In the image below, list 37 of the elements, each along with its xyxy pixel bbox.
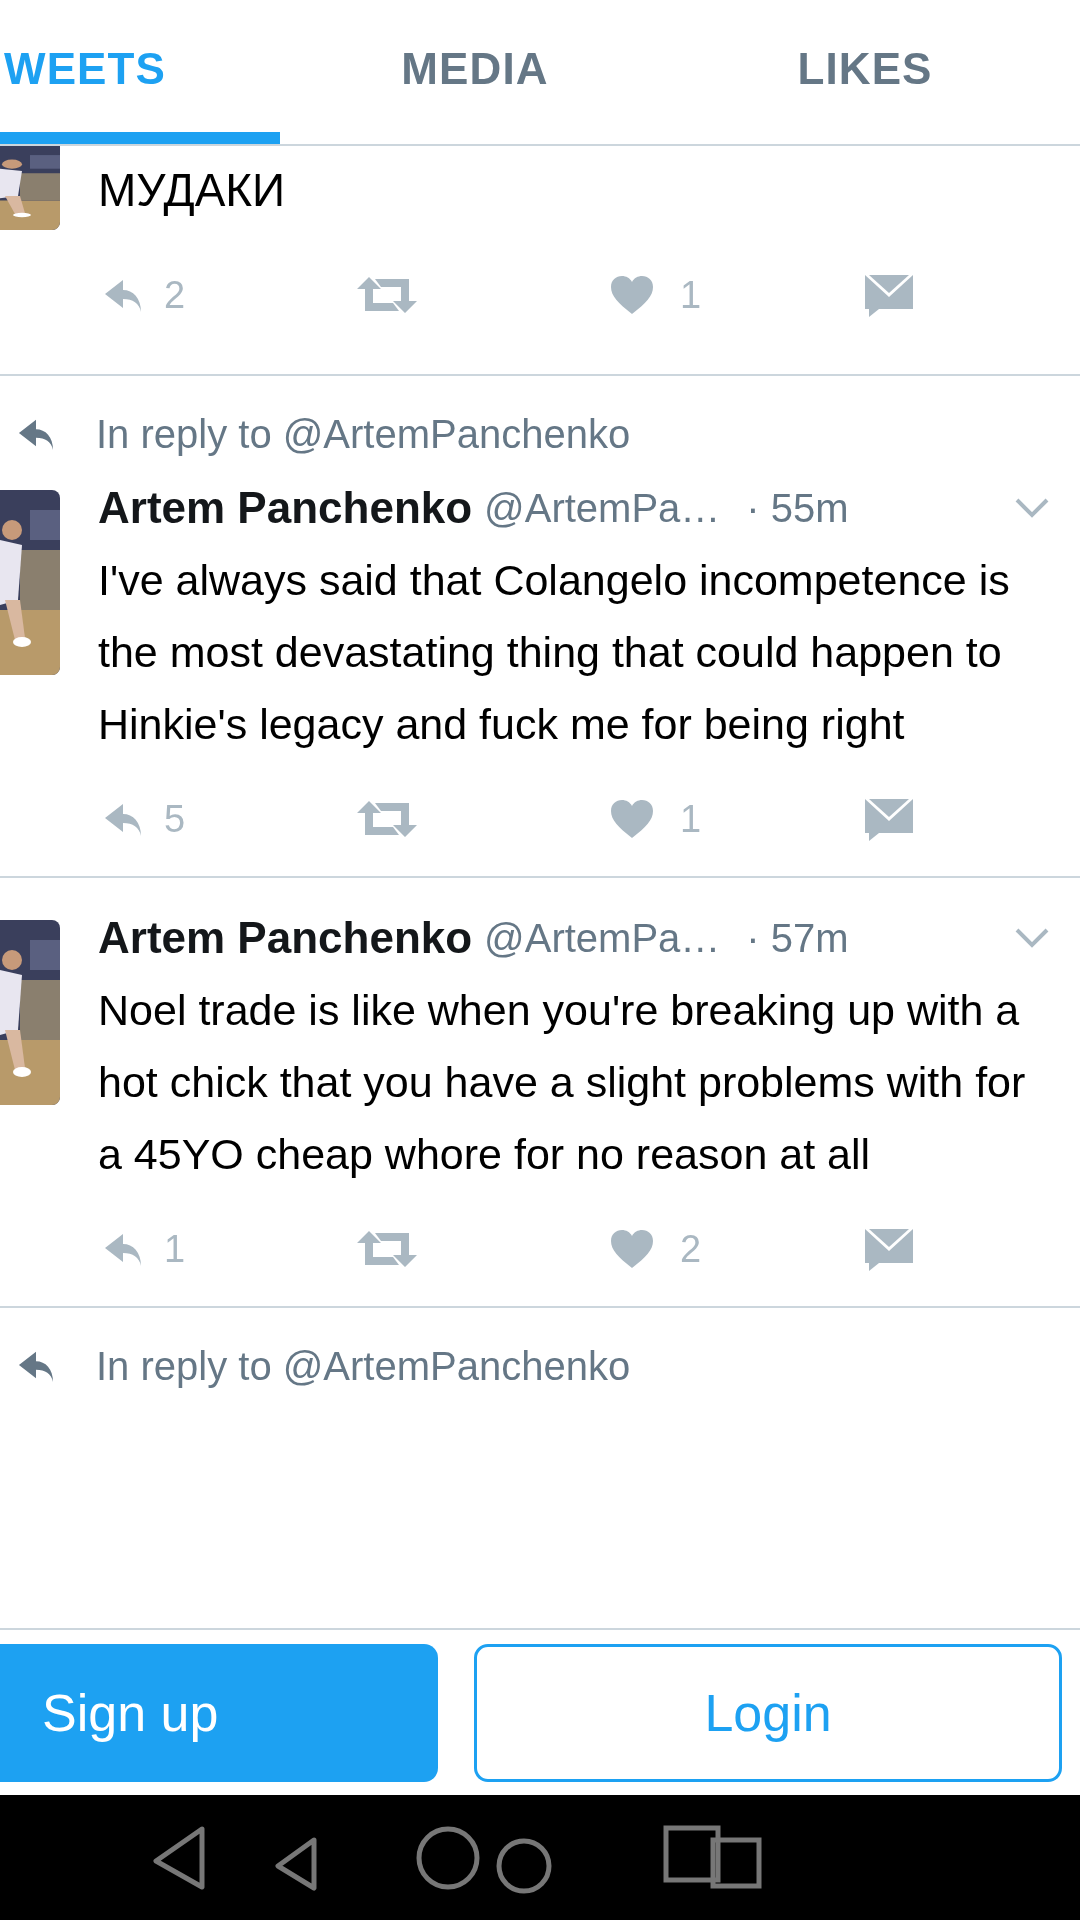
home-icon[interactable] <box>495 1836 553 1895</box>
like-count: 1 <box>680 796 702 842</box>
home-icon[interactable] <box>415 1824 481 1891</box>
reply-count: 5 <box>164 796 186 842</box>
envelope-icon[interactable] <box>865 273 913 317</box>
sign-up-button[interactable]: Sign up <box>0 1643 438 1782</box>
reply-count: 1 <box>164 1226 186 1272</box>
author-name[interactable]: Artem Panchenko <box>98 905 473 971</box>
heart-icon[interactable] <box>610 1229 654 1269</box>
tab[interactable]: LIKES <box>797 36 933 102</box>
tweet-text: Noel trade is like when you're breaking up with a hot chick that you have a slight problems with for a 45YO cheap whore for no reason at all <box>98 985 1027 1180</box>
reply-count: 2 <box>164 272 186 318</box>
tweet-text: МУДАКИ <box>98 163 286 218</box>
chevron-down-icon[interactable] <box>1014 927 1050 949</box>
heart-icon[interactable] <box>610 799 654 839</box>
tab[interactable]: WEETS <box>4 36 166 102</box>
retweet-icon[interactable] <box>355 799 419 839</box>
recent-apps-icon[interactable] <box>663 1824 763 1891</box>
tweet-text: I've always said that Colangelo incompetence is the most devastating thing that could happen to Hinkie's legacy and fuck me for being right <box>98 555 1011 750</box>
tweet-time: · 55m <box>746 485 849 532</box>
author-handle: @ArtemPa… <box>484 485 721 532</box>
retweet-icon[interactable] <box>355 1229 419 1269</box>
heart-icon[interactable] <box>610 275 654 315</box>
reply-context[interactable]: In reply to @ArtemPanchenko <box>96 1336 631 1396</box>
author-handle: @ArtemPa… <box>484 915 721 962</box>
tab[interactable]: MEDIA <box>401 36 549 102</box>
login-button[interactable]: Login <box>474 1643 1062 1782</box>
like-count: 2 <box>680 1226 702 1272</box>
reply-context[interactable]: In reply to @ArtemPanchenko <box>96 404 631 464</box>
chevron-down-icon[interactable] <box>1014 497 1050 519</box>
envelope-icon[interactable] <box>865 1227 913 1271</box>
tweet-time: · 57m <box>746 915 849 962</box>
back-icon[interactable] <box>272 1835 320 1892</box>
retweet-icon[interactable] <box>355 275 419 315</box>
envelope-icon[interactable] <box>865 797 913 841</box>
like-count: 1 <box>680 272 702 318</box>
author-name[interactable]: Artem Panchenko <box>98 475 473 541</box>
